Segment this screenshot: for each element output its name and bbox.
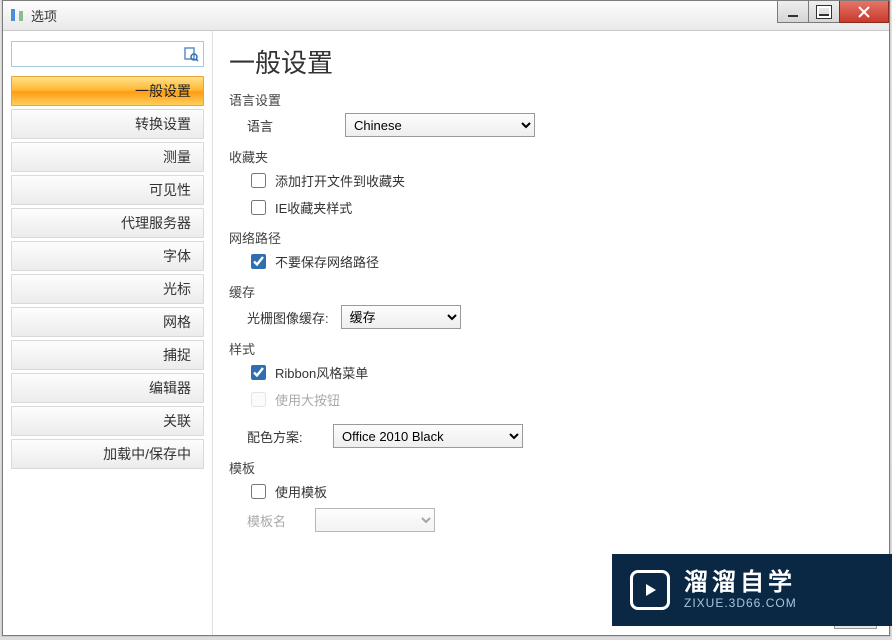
- app-icon: [9, 8, 25, 24]
- ribbon-checkbox[interactable]: Ribbon风格菜单: [247, 362, 869, 383]
- sidebar-item-label: 一般设置: [135, 81, 191, 101]
- color-scheme-label: 配色方案:: [247, 427, 325, 446]
- sidebar: 一般设置 转换设置 测量 可见性 代理服务器 字体 光标 网格 捕捉 编辑器 关…: [3, 31, 213, 635]
- sidebar-item-label: 代理服务器: [121, 213, 191, 233]
- group-label: 缓存: [229, 282, 869, 301]
- sidebar-item-editor[interactable]: 编辑器: [11, 373, 204, 403]
- sidebar-item-cursor[interactable]: 光标: [11, 274, 204, 304]
- group-template: 模板 使用模板 模板名: [229, 458, 869, 532]
- language-select[interactable]: Chinese: [345, 113, 535, 137]
- group-cache: 缓存 光栅图像缓存: 缓存: [229, 282, 869, 329]
- sidebar-item-label: 测量: [163, 147, 191, 167]
- sidebar-item-label: 捕捉: [163, 345, 191, 365]
- template-name-label: 模板名: [247, 511, 307, 530]
- sidebar-item-label: 可见性: [149, 180, 191, 200]
- watermark: 溜溜自学 ZIXUE.3D66.COM: [612, 554, 892, 626]
- language-label: 语言: [247, 116, 337, 135]
- color-scheme-select[interactable]: Office 2010 Black: [333, 424, 523, 448]
- group-label: 语言设置: [229, 90, 869, 109]
- sidebar-item-font[interactable]: 字体: [11, 241, 204, 271]
- options-dialog: 选项 一般设置 转换设置 测量 可见性 代理服务器 字体 光标 网格: [2, 0, 890, 636]
- play-icon: [630, 570, 670, 610]
- group-network: 网络路径 不要保存网络路径: [229, 228, 869, 272]
- ie-style-checkbox[interactable]: IE收藏夹样式: [247, 197, 869, 218]
- sidebar-item-measure[interactable]: 测量: [11, 142, 204, 172]
- sidebar-item-load-save[interactable]: 加载中/保存中: [11, 439, 204, 469]
- titlebar[interactable]: 选项: [3, 1, 889, 31]
- use-template-checkbox[interactable]: 使用模板: [247, 481, 869, 502]
- window-controls: [778, 1, 889, 25]
- sidebar-item-label: 转换设置: [135, 114, 191, 134]
- no-save-net-checkbox[interactable]: 不要保存网络路径: [247, 251, 869, 272]
- search-input[interactable]: [11, 41, 204, 67]
- group-style: 样式 Ribbon风格菜单 使用大按钮 配色方案: Office 2010 Bl…: [229, 339, 869, 448]
- sidebar-item-assoc[interactable]: 关联: [11, 406, 204, 436]
- sidebar-item-label: 关联: [163, 411, 191, 431]
- raster-cache-select[interactable]: 缓存: [341, 305, 461, 329]
- sidebar-item-label: 字体: [163, 246, 191, 266]
- group-favorites: 收藏夹 添加打开文件到收藏夹 IE收藏夹样式: [229, 147, 869, 218]
- sidebar-item-visibility[interactable]: 可见性: [11, 175, 204, 205]
- sidebar-item-grid[interactable]: 网格: [11, 307, 204, 337]
- big-buttons-checkbox[interactable]: 使用大按钮: [247, 389, 869, 410]
- group-label: 网络路径: [229, 228, 869, 247]
- watermark-url: ZIXUE.3D66.COM: [684, 597, 797, 610]
- page-title: 一般设置: [229, 43, 869, 80]
- template-name-select[interactable]: [315, 508, 435, 532]
- sidebar-item-general[interactable]: 一般设置: [11, 76, 204, 106]
- raster-cache-label: 光栅图像缓存:: [247, 308, 329, 327]
- sidebar-item-convert[interactable]: 转换设置: [11, 109, 204, 139]
- search-icon[interactable]: [180, 43, 202, 65]
- sidebar-item-label: 光标: [163, 279, 191, 299]
- group-label: 样式: [229, 339, 869, 358]
- minimize-button[interactable]: [777, 1, 809, 23]
- sidebar-item-proxy[interactable]: 代理服务器: [11, 208, 204, 238]
- maximize-button[interactable]: [808, 1, 840, 23]
- sidebar-item-label: 编辑器: [149, 378, 191, 398]
- group-language: 语言设置 语言 Chinese: [229, 90, 869, 137]
- sidebar-item-snap[interactable]: 捕捉: [11, 340, 204, 370]
- sidebar-item-label: 网格: [163, 312, 191, 332]
- close-button[interactable]: [839, 1, 889, 23]
- add-recent-checkbox[interactable]: 添加打开文件到收藏夹: [247, 170, 869, 191]
- watermark-title: 溜溜自学: [684, 570, 797, 596]
- group-label: 收藏夹: [229, 147, 869, 166]
- sidebar-item-label: 加载中/保存中: [103, 444, 191, 464]
- window-title: 选项: [31, 6, 57, 25]
- group-label: 模板: [229, 458, 869, 477]
- content-panel: 一般设置 语言设置 语言 Chinese 收藏夹 添加打开文件到收藏夹 IE收藏…: [213, 31, 889, 635]
